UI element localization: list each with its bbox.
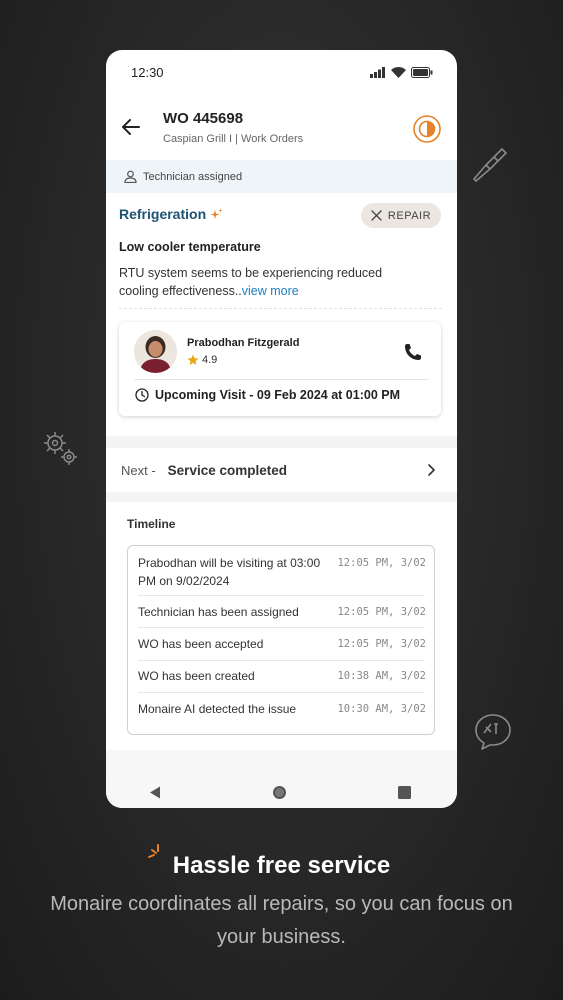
app-header: WO 445698 Caspian Grill I | Work Orders: [106, 102, 457, 162]
next-step-label: Next -: [121, 462, 156, 478]
issue-title: Low cooler temperature: [119, 240, 261, 254]
back-arrow-icon[interactable]: [120, 116, 142, 138]
android-nav-bar: [106, 778, 457, 808]
issue-description: RTU system seems to be experiencing redu…: [119, 264, 419, 300]
battery-icon: [411, 66, 433, 78]
rating-value: 4.9: [202, 354, 218, 366]
nav-back-icon[interactable]: [149, 786, 161, 799]
nav-home-icon[interactable]: [272, 785, 287, 800]
timeline-item-time: 10:38 AM, 3/02: [337, 670, 426, 682]
next-step-value: Service completed: [167, 462, 287, 478]
technician-name: Prabodhan Fitzgerald: [187, 337, 300, 349]
timeline-list: Prabodhan will be visiting at 03:00 PM o…: [127, 545, 435, 735]
person-icon: [124, 170, 137, 183]
timeline-item: Prabodhan will be visiting at 03:00 PM o…: [138, 554, 426, 590]
timeline-title: Timeline: [127, 517, 176, 531]
timeline-separator: [138, 627, 424, 628]
progress-ring-icon[interactable]: [412, 114, 442, 144]
timeline-separator: [138, 660, 424, 661]
avatar-image: [134, 330, 177, 373]
timeline-separator: [138, 595, 424, 596]
star-icon: [187, 354, 199, 365]
status-bar: 12:30: [106, 50, 457, 94]
work-order-title: WO 445698: [163, 110, 244, 127]
timeline-item-text: Prabodhan will be visiting at 03:00 PM o…: [138, 556, 321, 588]
chevron-right-icon: [428, 464, 435, 476]
sparkle-icon: [210, 208, 223, 219]
timeline-separator: [138, 692, 424, 693]
section-separator: [106, 492, 457, 502]
content-bottom: [106, 750, 457, 778]
support-chat-icon: [475, 714, 511, 750]
timeline-item-time: 12:05 PM, 3/02: [337, 606, 426, 618]
status-banner: Technician assigned: [106, 160, 457, 193]
phone-screen: 12:30 WO 445698 Caspian Grill I | Work O…: [106, 50, 457, 808]
promo-headline: Hassle free service: [172, 852, 391, 879]
wifi-icon: [391, 66, 406, 78]
next-step-row[interactable]: Next - Service completed: [106, 448, 457, 492]
promo-subline: Monaire coordinates all repairs, so you …: [50, 893, 513, 948]
work-order-breadcrumb[interactable]: Caspian Grill I | Work Orders: [163, 133, 303, 145]
timeline-item: WO has been created 10:38 AM, 3/02: [138, 667, 426, 685]
clock-icon: [135, 388, 149, 402]
timeline-item-text: Monaire AI detected the issue: [138, 702, 297, 716]
section-separator: [106, 436, 457, 448]
timeline-item-text: WO has been accepted: [138, 637, 264, 651]
technician-rating: 4.9: [187, 354, 217, 366]
issue-category: Refrigeration: [119, 206, 223, 222]
screwdriver-icon: [472, 147, 508, 183]
category-label: Refrigeration: [119, 206, 207, 222]
status-banner-text: Technician assigned: [143, 170, 243, 183]
timeline-item: Technician has been assigned 12:05 PM, 3…: [138, 603, 426, 621]
repair-chip-label: REPAIR: [387, 209, 432, 222]
timeline-item-text: Technician has been assigned: [138, 605, 299, 619]
signal-icon: [370, 66, 385, 78]
timeline-item-text: WO has been created: [138, 669, 255, 683]
card-divider: [134, 379, 428, 380]
technician-card[interactable]: Prabodhan Fitzgerald 4.9 Upcoming Visit …: [119, 322, 441, 416]
timeline-item-time: 12:05 PM, 3/02: [337, 638, 426, 650]
upcoming-visit: Upcoming Visit - 09 Feb 2024 at 01:00 PM: [135, 388, 400, 402]
phone-call-icon[interactable]: [402, 341, 424, 363]
divider: [119, 308, 442, 309]
status-time: 12:30: [131, 64, 164, 80]
tools-icon: [371, 210, 382, 221]
timeline-item: WO has been accepted 12:05 PM, 3/02: [138, 635, 426, 653]
repair-chip[interactable]: REPAIR: [361, 203, 441, 228]
upcoming-visit-text: Upcoming Visit - 09 Feb 2024 at 01:00 PM: [155, 388, 400, 402]
gears-icon: [44, 432, 77, 465]
nav-recents-icon[interactable]: [398, 786, 411, 799]
timeline-item-time: 12:05 PM, 3/02: [337, 557, 426, 569]
timeline-item: Monaire AI detected the issue 10:30 AM, …: [138, 700, 426, 718]
avatar: [134, 330, 177, 373]
view-more-link[interactable]: view more: [242, 284, 299, 298]
timeline-item-time: 10:30 AM, 3/02: [337, 703, 426, 715]
